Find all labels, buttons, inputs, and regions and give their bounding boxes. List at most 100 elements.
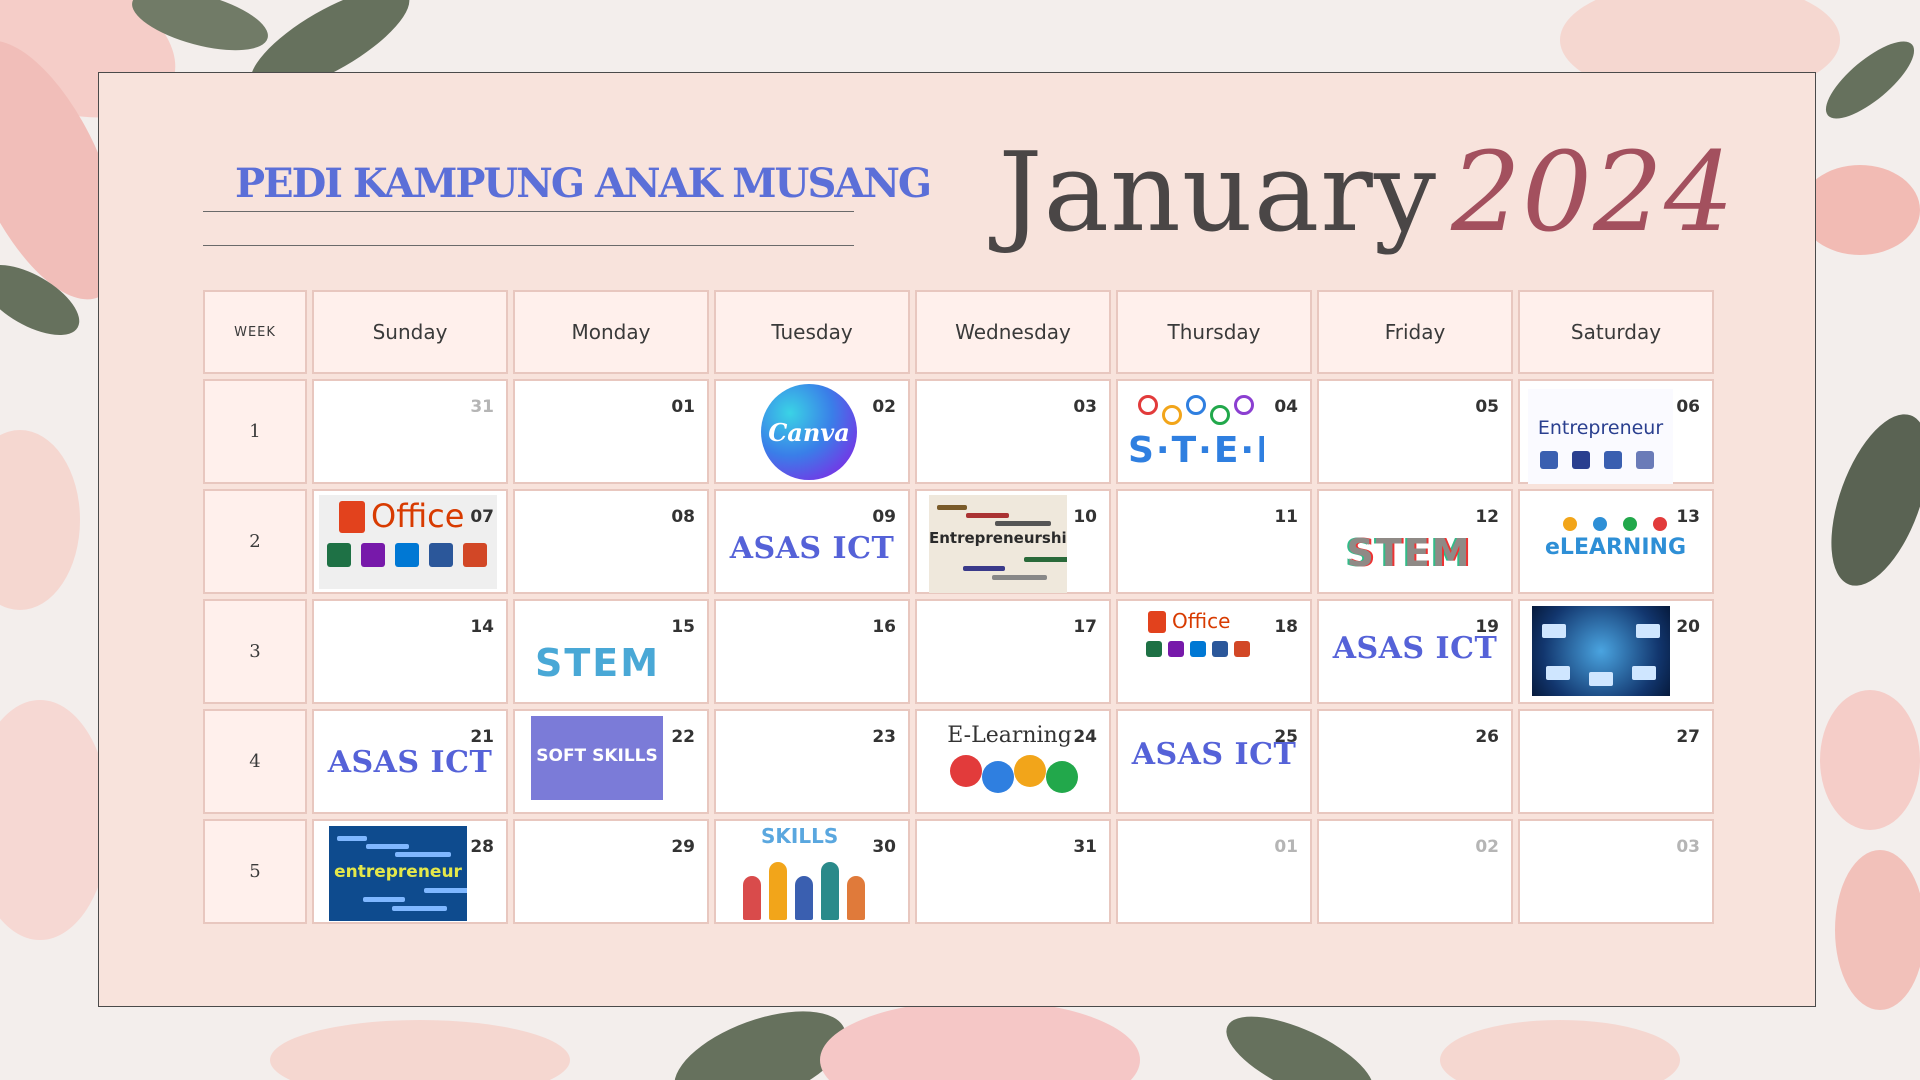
office-app-icon — [429, 543, 453, 567]
wordcloud-word — [992, 575, 1047, 580]
day-cell[interactable]: Entrepreneurship 10 — [915, 489, 1111, 594]
day-cell[interactable]: Office 07 — [312, 489, 508, 594]
date-number: 12 — [1475, 507, 1499, 527]
stem-molecule-icon — [1234, 395, 1254, 415]
office-app-icon — [327, 543, 351, 567]
day-cell[interactable]: 26 — [1317, 709, 1513, 814]
date-number: 17 — [1073, 617, 1097, 637]
elearning-quiz-text: E-Learning — [947, 723, 1072, 748]
stem-molecule-icon — [1138, 395, 1158, 415]
elearning-icon — [1623, 517, 1637, 531]
day-cell[interactable]: 02 — [1317, 819, 1513, 924]
day-cell[interactable]: 11 — [1116, 489, 1312, 594]
office-app-icon — [463, 543, 487, 567]
title-divider — [203, 245, 854, 246]
stem-graphic: STEM — [530, 619, 665, 691]
laptop-icon — [1546, 666, 1570, 680]
office-app-icon — [1168, 641, 1184, 657]
office-app-icon — [1234, 641, 1250, 657]
day-cell[interactable]: 31 — [915, 819, 1111, 924]
day-cell[interactable]: 20 — [1518, 599, 1714, 704]
day-cell[interactable]: SKILLS 30 — [714, 819, 910, 924]
date-number: 22 — [671, 727, 695, 747]
week-number-4: 4 — [203, 709, 307, 814]
day-cell[interactable]: 03 — [915, 379, 1111, 484]
week-number-5: 5 — [203, 819, 307, 924]
day-cell[interactable]: ASAS ICT 09 — [714, 489, 910, 594]
date-number: 13 — [1676, 507, 1700, 527]
date-number: 08 — [671, 507, 695, 527]
wordcloud-word — [363, 897, 405, 902]
laptop-icon — [1589, 672, 1613, 686]
entrepreneur-icon — [1636, 451, 1654, 469]
week-column-header: WEEK — [203, 290, 307, 374]
stem-text: STEM — [1346, 531, 1472, 575]
day-cell[interactable]: E-Learning 24 — [915, 709, 1111, 814]
elearning-icon — [1653, 517, 1667, 531]
day-cell[interactable]: ASAS ICT 25 — [1116, 709, 1312, 814]
day-cell[interactable]: 16 — [714, 599, 910, 704]
day-cell[interactable]: 01 — [1116, 819, 1312, 924]
organization-title: PEDI KAMPUNG ANAK MUSANG — [235, 160, 932, 207]
stem-text: STEM — [534, 641, 661, 685]
stem-molecule-icon — [1162, 405, 1182, 425]
day-cell[interactable]: 31 — [312, 379, 508, 484]
entrepreneur-icon — [1540, 451, 1558, 469]
day-cell[interactable]: 29 — [513, 819, 709, 924]
day-header-friday: Friday — [1317, 290, 1513, 374]
day-cell[interactable]: S·T·E·M 04 — [1116, 379, 1312, 484]
day-header-tuesday: Tuesday — [714, 290, 910, 374]
date-number: 30 — [872, 837, 896, 857]
day-cell[interactable]: 08 — [513, 489, 709, 594]
entrepreneur-wordcloud: entrepreneur — [329, 826, 467, 921]
wordcloud-text: entrepreneur — [334, 862, 462, 882]
wordcloud-word — [1024, 557, 1067, 562]
elearning-graphic: eLEARNING — [1545, 513, 1685, 583]
office-app-icon — [361, 543, 385, 567]
canva-logo-text: Canva — [768, 417, 850, 447]
date-number: 02 — [1475, 837, 1499, 857]
office-text: Office — [371, 497, 465, 535]
day-cell[interactable]: 27 — [1518, 709, 1714, 814]
day-cell[interactable]: entrepreneur 28 — [312, 819, 508, 924]
office-app-icon — [1212, 641, 1228, 657]
skills-text: SKILLS — [761, 824, 839, 848]
month-year-heading: January 2024 — [998, 128, 1735, 256]
laptop-icon — [1636, 624, 1660, 638]
office-app-icon — [395, 543, 419, 567]
stem-graphic: STEM — [1339, 511, 1479, 581]
day-cell[interactable]: 01 — [513, 379, 709, 484]
day-cell[interactable]: eLEARNING 13 — [1518, 489, 1714, 594]
date-number: 25 — [1274, 727, 1298, 747]
year-label: 2024 — [1451, 128, 1735, 256]
day-cell[interactable]: 14 — [312, 599, 508, 704]
date-number: 18 — [1274, 617, 1298, 637]
day-cell[interactable]: 23 — [714, 709, 910, 814]
day-header-thursday: Thursday — [1116, 290, 1312, 374]
day-cell[interactable]: Canva 02 — [714, 379, 910, 484]
wordcloud-word — [337, 836, 367, 841]
office-suite-graphic: Office — [1138, 609, 1258, 699]
day-cell[interactable]: 03 — [1518, 819, 1714, 924]
soft-skills-graphic: SOFT SKILLS — [531, 716, 663, 800]
day-cell[interactable]: ASAS ICT 21 — [312, 709, 508, 814]
wordcloud-word — [366, 844, 409, 849]
wordcloud-word — [966, 513, 1009, 518]
day-cell[interactable]: SOFT SKILLS 22 — [513, 709, 709, 814]
day-cell[interactable]: ASAS ICT 19 — [1317, 599, 1513, 704]
day-cell[interactable]: STEM 12 — [1317, 489, 1513, 594]
date-number: 20 — [1676, 617, 1700, 637]
day-cell[interactable]: STEM 15 — [513, 599, 709, 704]
entrepreneurship-wordcloud: Entrepreneurship — [929, 495, 1067, 593]
day-cell[interactable]: 17 — [915, 599, 1111, 704]
elearning-text: eLEARNING — [1545, 535, 1685, 560]
date-number: 14 — [470, 617, 494, 637]
day-cell[interactable]: Entrepreneur 06 — [1518, 379, 1714, 484]
day-cell[interactable]: Office 18 — [1116, 599, 1312, 704]
soft-skills-text: SOFT SKILLS — [536, 746, 658, 766]
office-app-icon — [1146, 641, 1162, 657]
day-cell[interactable]: 05 — [1317, 379, 1513, 484]
date-number: 06 — [1676, 397, 1700, 417]
date-number: 23 — [872, 727, 896, 747]
stem-graphic: S·T·E·M — [1128, 387, 1264, 479]
